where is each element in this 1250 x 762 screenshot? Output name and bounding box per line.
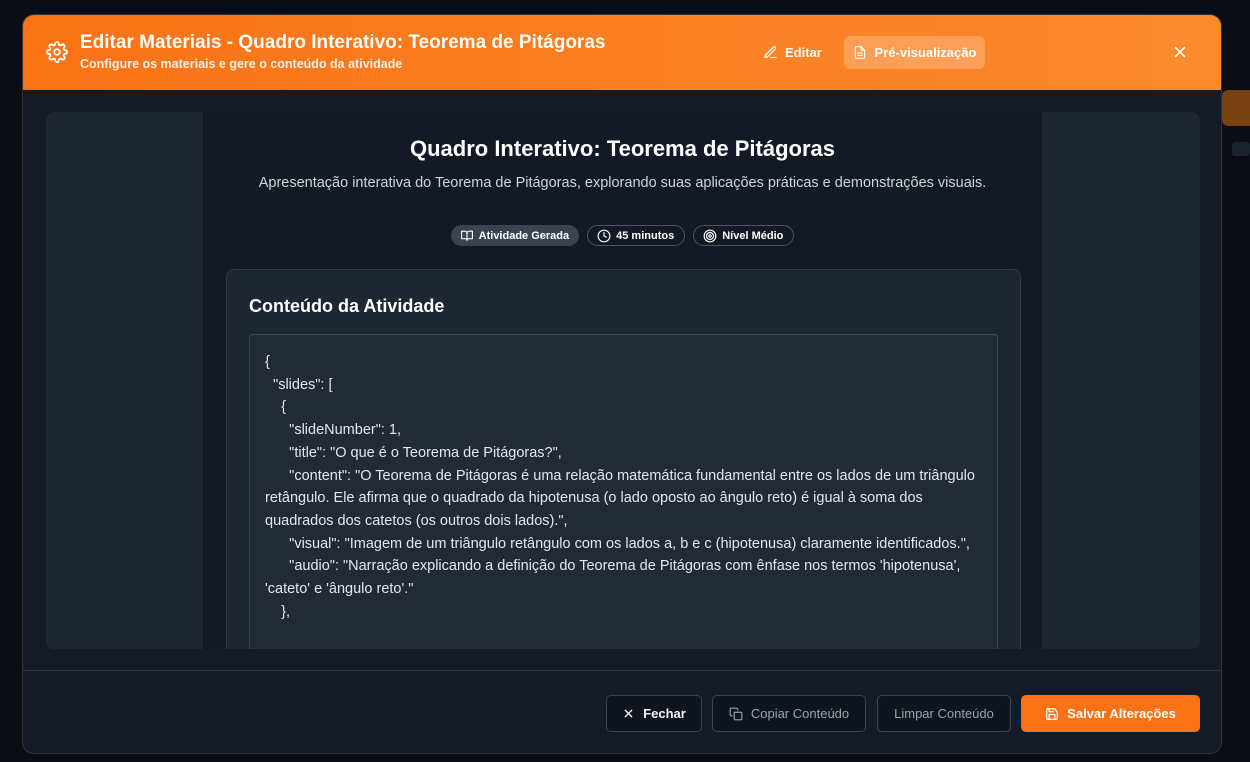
activity-title: Quadro Interativo: Teorema de Pitágoras [409, 136, 836, 161]
modal-subtitle: Configure os materiais e gere o conteúdo… [80, 57, 403, 71]
edit-tab-label: Editar [785, 44, 822, 60]
target-icon [703, 229, 717, 242]
footer-divider [23, 670, 1221, 671]
copy-content-button[interactable]: Copiar Conteúdo [712, 695, 866, 732]
close-button-label: Fechar [643, 706, 686, 721]
close-icon[interactable] [1171, 43, 1189, 61]
edit-tab-button[interactable]: Editar [763, 40, 822, 64]
copy-icon [729, 707, 743, 720]
badge-activity-generated: Atividade Gerada [450, 225, 580, 246]
preview-tab-button[interactable]: Pré-visualização [844, 36, 985, 69]
badge-label: Atividade Gerada [478, 229, 570, 242]
badge-label: 45 minutos [616, 229, 675, 242]
save-changes-button[interactable]: Salvar Alterações [1021, 695, 1200, 732]
clear-content-label: Limpar Conteúdo [894, 706, 994, 721]
save-changes-label: Salvar Alterações [1067, 706, 1176, 721]
close-button[interactable]: Fechar [606, 695, 702, 732]
activity-content-card: Conteúdo da Atividade { "slides": [ { "s… [226, 269, 1021, 649]
background-page-element [1232, 142, 1250, 156]
activity-description: Apresentação interativa do Teorema de Pi… [258, 175, 987, 191]
pencil-icon [764, 45, 777, 58]
copy-content-label: Copiar Conteúdo [750, 706, 850, 721]
file-text-icon [854, 46, 865, 59]
preview-tab-label: Pré-visualização [874, 45, 977, 60]
clear-content-button[interactable]: Limpar Conteúdo [877, 695, 1011, 732]
clock-icon [597, 229, 611, 242]
badge-duration: 45 minutos [587, 225, 686, 246]
content-code-box[interactable]: { "slides": [ { "slideNumber": 1, "title… [249, 334, 998, 649]
background-page-button [1222, 90, 1250, 126]
preview-panel: Quadro Interativo: Teorema de Pitágoras … [203, 112, 1042, 649]
badge-level: Nível Médio [693, 225, 795, 246]
book-open-icon [460, 230, 473, 241]
modal-title: Editar Materiais - Quadro Interativo: Te… [80, 32, 606, 53]
activity-badges: Atividade Gerada 45 minutos Nível Médio [203, 225, 1042, 246]
content-card-title: Conteúdo da Atividade [249, 296, 445, 316]
modal-header: Editar Materiais - Quadro Interativo: Te… [23, 15, 1221, 90]
close-icon [624, 709, 633, 718]
edit-materials-modal: Editar Materiais - Quadro Interativo: Te… [22, 14, 1222, 754]
save-icon [1046, 707, 1059, 720]
gear-icon [46, 41, 68, 63]
content-code-text: { "slides": [ { "slideNumber": 1, "title… [265, 354, 975, 620]
badge-label: Nível Médio [722, 229, 784, 242]
content-area[interactable]: Quadro Interativo: Teorema de Pitágoras … [46, 112, 1200, 649]
